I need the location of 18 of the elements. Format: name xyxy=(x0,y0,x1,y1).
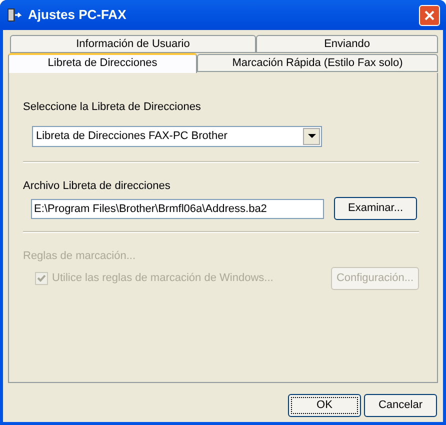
dropdown-value: Libreta de Direcciones FAX-PC Brother xyxy=(35,128,228,144)
section-label: Reglas de marcación... xyxy=(23,249,136,264)
file-path-field[interactable]: E:\Program Files\Brother\Brmfl06a\Address.ba2 xyxy=(31,198,324,218)
ok-button[interactable]: OK xyxy=(288,394,361,417)
close-button[interactable] xyxy=(419,4,440,26)
window-title: Ajustes PC-FAX xyxy=(28,6,128,24)
fax-icon xyxy=(6,7,22,23)
field-label: Seleccione la Libreta de Direcciones xyxy=(23,100,202,115)
field-label: Archivo Libreta de direcciones xyxy=(23,178,172,194)
tab[interactable]: Libreta de Direcciones xyxy=(8,53,197,73)
close-icon xyxy=(424,10,435,20)
browse-button[interactable]: Examinar... xyxy=(334,197,417,220)
tab[interactable]: Marcación Rápida (Estilo Fax solo) xyxy=(197,54,438,72)
checkbox-label: Utilice las reglas de marcación de Windows... xyxy=(52,270,274,286)
address-book-dropdown[interactable]: Libreta de Direcciones FAX-PC Brother xyxy=(32,126,322,146)
tab[interactable]: Enviando xyxy=(256,35,438,53)
tab[interactable]: Información de Usuario xyxy=(10,35,256,53)
cancel-button[interactable]: Cancelar xyxy=(364,394,437,417)
